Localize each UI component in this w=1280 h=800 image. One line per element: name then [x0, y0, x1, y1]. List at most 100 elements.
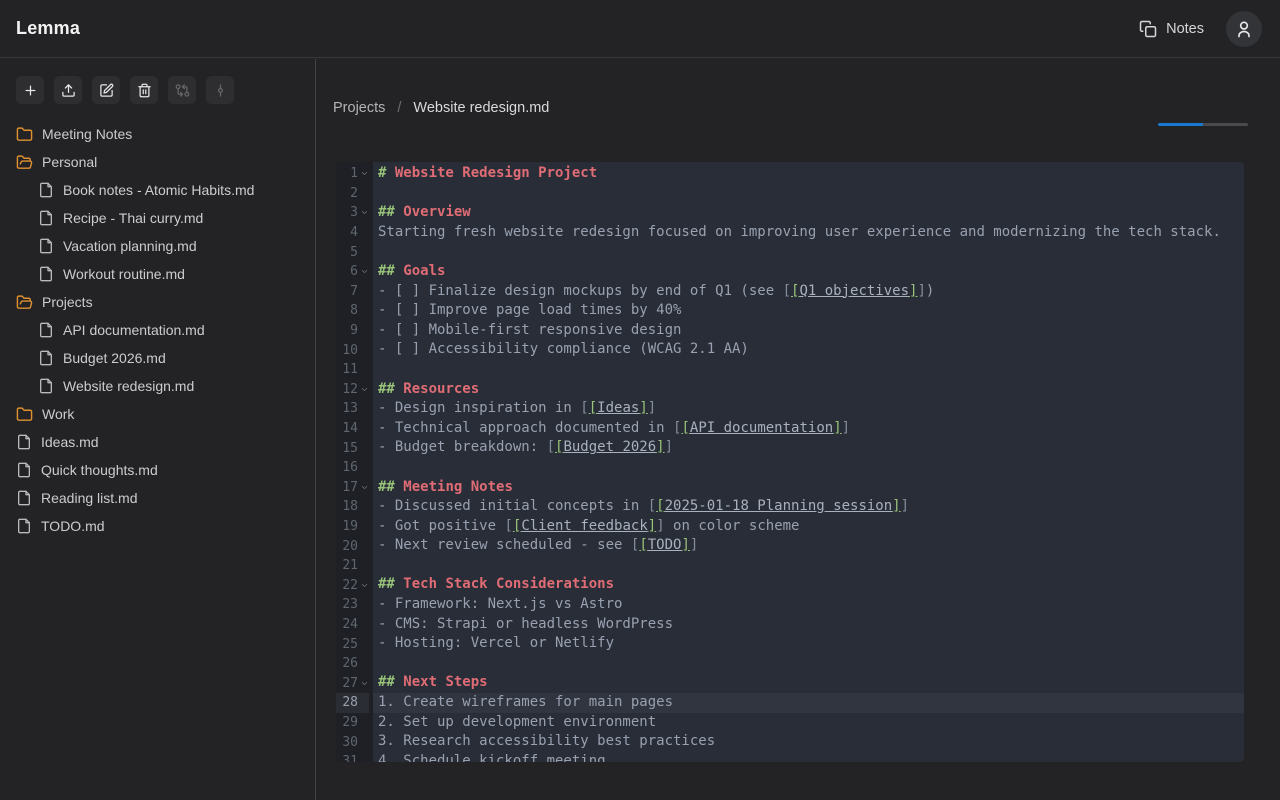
wiki-link[interactable]: API documentation [690, 420, 833, 436]
fold-chevron-icon[interactable] [359, 267, 369, 277]
code-line[interactable]: - Design inspiration in [[Ideas]] [373, 399, 1244, 419]
delete-button[interactable] [130, 76, 158, 104]
code-line[interactable]: ## Next Steps [373, 673, 1244, 693]
tree-folder-meeting-notes[interactable]: Meeting Notes [0, 120, 315, 148]
code-line[interactable]: ## Goals [373, 262, 1244, 282]
code-line[interactable]: - Got positive [[Client feedback]] on co… [373, 517, 1244, 537]
code-line[interactable]: - [ ] Improve page load times by 40% [373, 301, 1244, 321]
tree-file-budget-2026-md[interactable]: Budget 2026.md [0, 344, 315, 372]
avatar-button[interactable] [1226, 11, 1262, 47]
code-line[interactable]: 3. Research accessibility best practices [373, 732, 1244, 752]
tree-file-website-redesign-md[interactable]: Website redesign.md [0, 372, 315, 400]
code-line[interactable] [373, 242, 1244, 262]
code-line[interactable] [373, 458, 1244, 478]
gutter-row: 10 [336, 340, 369, 360]
code-line[interactable]: - Discussed initial concepts in [[2025-0… [373, 497, 1244, 517]
square-pen-icon [99, 83, 114, 98]
tree-file-ideas-md[interactable]: Ideas.md [0, 428, 315, 456]
code-line[interactable]: 2. Set up development environment [373, 713, 1244, 733]
fold-chevron-icon[interactable] [359, 169, 369, 179]
notes-icon [1139, 20, 1157, 38]
code-segment: [ [681, 420, 689, 436]
code-line[interactable]: 4. Schedule kickoff meeting [373, 752, 1244, 762]
wiki-link[interactable]: Client feedback [521, 518, 647, 534]
fold-chevron-icon[interactable] [359, 208, 369, 218]
git-commit-icon [213, 83, 228, 98]
code-line[interactable]: - CMS: Strapi or headless WordPress [373, 615, 1244, 635]
code-line[interactable]: - Framework: Next.js vs Astro [373, 595, 1244, 615]
fold-chevron-icon[interactable] [359, 580, 369, 590]
code-line[interactable]: - Next review scheduled - see [[TODO]] [373, 536, 1244, 556]
line-number: 2 [336, 186, 358, 201]
code-segment: ] [656, 439, 664, 455]
fold-slot-empty [359, 247, 369, 257]
tree-file-quick-thoughts-md[interactable]: Quick thoughts.md [0, 456, 315, 484]
code-line[interactable] [373, 184, 1244, 204]
gutter-row: 25 [336, 634, 369, 654]
code-line[interactable]: ## Meeting Notes [373, 478, 1244, 498]
code-line[interactable]: ## Tech Stack Considerations [373, 575, 1244, 595]
code-segment: ] [842, 420, 850, 436]
code-line[interactable] [373, 556, 1244, 576]
fold-slot-empty [359, 619, 369, 629]
code-segment: 4. Schedule kickoff meeting [378, 753, 606, 762]
new-note-button[interactable] [16, 76, 44, 104]
tab-code[interactable] [1158, 89, 1203, 123]
tree-file-vacation-planning-md[interactable]: Vacation planning.md [0, 232, 315, 260]
code-line[interactable]: 1. Create wireframes for main pages [373, 693, 1244, 713]
fold-slot-empty [359, 463, 369, 473]
tree-file-workout-routine-md[interactable]: Workout routine.md [0, 260, 315, 288]
code-line[interactable] [373, 360, 1244, 380]
code-line[interactable]: - [ ] Mobile-first responsive design [373, 321, 1244, 341]
topbar-right: Notes [1139, 11, 1262, 47]
edit-button[interactable] [92, 76, 120, 104]
tree-folder-work[interactable]: Work [0, 400, 315, 428]
fold-chevron-icon[interactable] [359, 482, 369, 492]
tree-folder-projects[interactable]: Projects [0, 288, 315, 316]
tree-file-reading-list-md[interactable]: Reading list.md [0, 484, 315, 512]
file-icon [38, 266, 54, 282]
code-line[interactable]: # Website Redesign Project [373, 164, 1244, 184]
tree-file-book-notes-atomic-habits-md[interactable]: Book notes - Atomic Habits.md [0, 176, 315, 204]
wiki-link[interactable]: Ideas [597, 400, 639, 416]
wiki-link[interactable]: Budget 2026 [563, 439, 656, 455]
tree-file-todo-md[interactable]: TODO.md [0, 512, 315, 540]
gutter-row: 9 [336, 321, 369, 341]
tree-file-api-documentation-md[interactable]: API documentation.md [0, 316, 315, 344]
code-segment: ) [926, 283, 934, 299]
code-line[interactable]: ## Resources [373, 380, 1244, 400]
fold-chevron-icon[interactable] [359, 678, 369, 688]
wiki-link[interactable]: TODO [648, 537, 682, 553]
code-line[interactable]: - [ ] Finalize design mockups by end of … [373, 282, 1244, 302]
code-segment: ## [378, 576, 403, 592]
gutter-row: 29 [336, 713, 369, 733]
wiki-link[interactable]: 2025-01-18 Planning session [665, 498, 893, 514]
breadcrumb-parent[interactable]: Projects [333, 100, 385, 116]
code-line[interactable]: - Technical approach documented in [[API… [373, 419, 1244, 439]
code-segment: - CMS: Strapi or headless WordPress [378, 616, 673, 632]
code-segment: [ [656, 498, 664, 514]
code-line[interactable]: - Budget breakdown: [[Budget 2026]] [373, 438, 1244, 458]
code-area[interactable]: # Website Redesign Project ## OverviewSta… [373, 162, 1244, 762]
fold-slot-empty [359, 228, 369, 238]
tab-preview[interactable] [1203, 89, 1248, 123]
code-line[interactable]: ## Overview [373, 203, 1244, 223]
fold-chevron-icon[interactable] [359, 384, 369, 394]
code-line[interactable] [373, 654, 1244, 674]
code-line[interactable]: - Hosting: Vercel or Netlify [373, 634, 1244, 654]
upload-button[interactable] [54, 76, 82, 104]
notes-button[interactable]: Notes [1139, 20, 1204, 38]
code-line[interactable]: - [ ] Accessibility compliance (WCAG 2.1… [373, 340, 1244, 360]
tree-file-recipe-thai-curry-md[interactable]: Recipe - Thai curry.md [0, 204, 315, 232]
tree-folder-personal[interactable]: Personal [0, 148, 315, 176]
fold-slot-empty [359, 561, 369, 571]
gutter-row: 16 [336, 458, 369, 478]
line-number-gutter: 1234567891011121314151617181920212223242… [336, 162, 373, 762]
wiki-link[interactable]: Q1 objectives [799, 283, 909, 299]
code-segment: - Discussed initial concepts in [378, 498, 648, 514]
code-line[interactable]: Starting fresh website redesign focused … [373, 223, 1244, 243]
code-segment: ## [378, 381, 403, 397]
gutter-row: 31 [336, 752, 369, 762]
line-number: 30 [336, 735, 358, 750]
markdown-editor[interactable]: 1234567891011121314151617181920212223242… [336, 162, 1244, 762]
